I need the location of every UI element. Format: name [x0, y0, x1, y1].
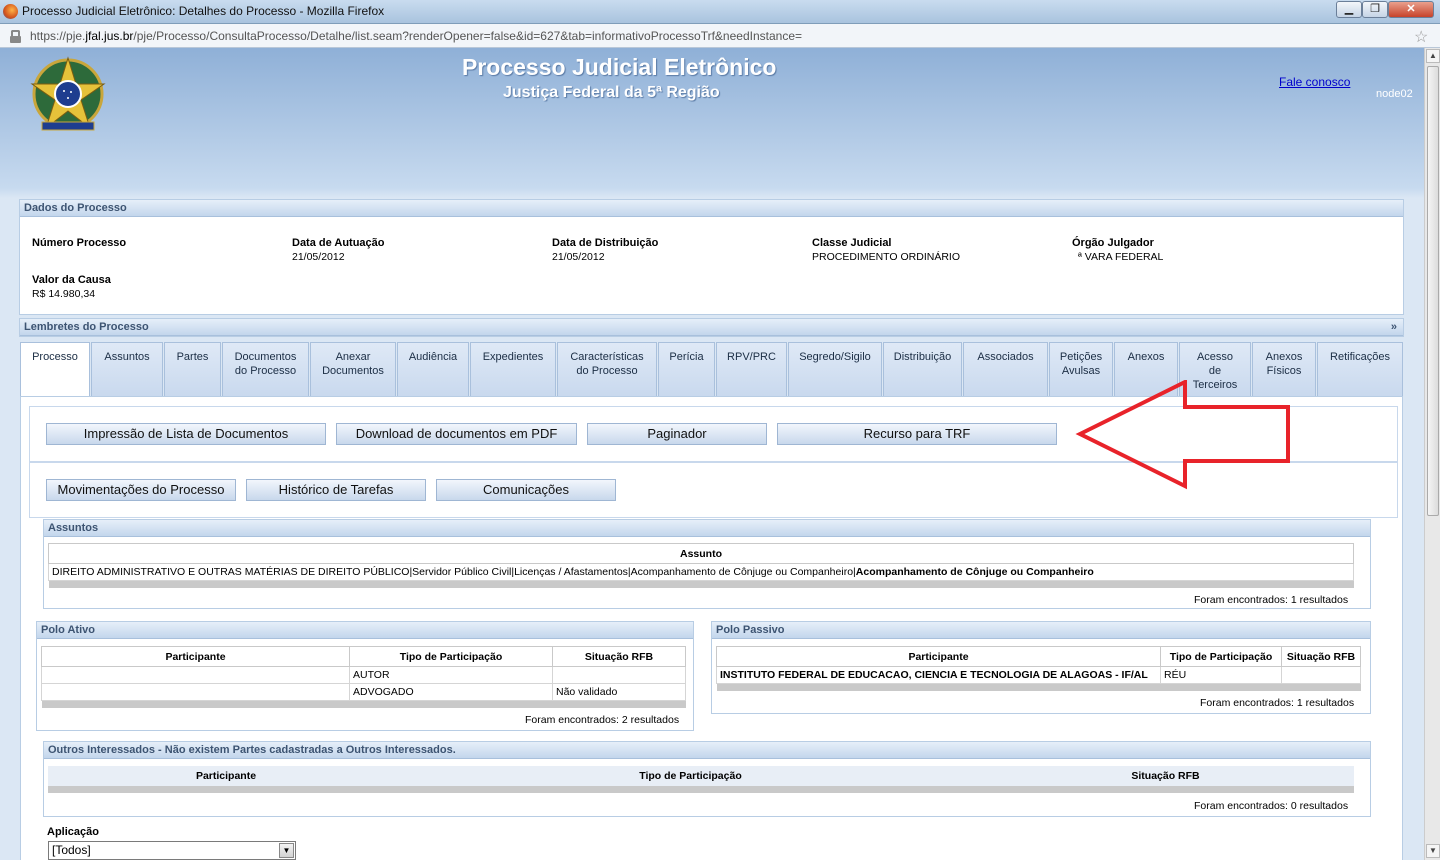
tab-assuntos[interactable]: Assuntos	[91, 342, 163, 396]
lembretes-panel[interactable]: Lembretes do Processo»	[19, 318, 1404, 337]
contact-link[interactable]: Fale conosco	[1279, 75, 1350, 89]
column-header: Tipo de Participação	[1160, 646, 1282, 667]
movimentacoes-button[interactable]: Movimentações do Processo	[46, 479, 236, 501]
dropdown-arrow-icon[interactable]: ▼	[279, 843, 294, 858]
print-list-button[interactable]: Impressão de Lista de Documentos	[46, 423, 326, 445]
outros-found: Foram encontrados: 0 resultados	[1194, 800, 1349, 812]
tab-processo[interactable]: Processo	[20, 342, 90, 398]
polo-ativo-found: Foram encontrados: 2 resultados	[525, 714, 680, 726]
tab-anexar-documentos[interactable]: Anexar Documentos	[310, 342, 396, 396]
polo-passivo-found: Foram encontrados: 1 resultados	[1200, 697, 1355, 709]
historico-tarefas-button[interactable]: Histórico de Tarefas	[246, 479, 426, 501]
field-label: Classe Judicial	[812, 237, 892, 249]
lock-icon	[10, 30, 21, 43]
bookmark-star-icon[interactable]: ☆	[1414, 27, 1428, 47]
column-header: Tipo de Participação	[349, 646, 553, 667]
table-row[interactable]: AUTOR	[41, 666, 686, 684]
field-label: Data de Autuação	[292, 237, 385, 249]
table-row[interactable]: INSTITUTO FEDERAL DE EDUCACAO, CIENCIA E…	[716, 666, 1361, 684]
assuntos-heading: Assuntos	[44, 520, 1370, 537]
minimize-button[interactable]: ▁	[1336, 1, 1362, 18]
url-text[interactable]: https://pje.jfal.jus.br/pje/Processo/Con…	[30, 29, 802, 43]
tab-caracteristicas[interactable]: Características do Processo	[557, 342, 657, 396]
tab-segredo-sigilo[interactable]: Segredo/Sigilo	[788, 342, 882, 396]
column-header: Tipo de Participação	[404, 766, 977, 786]
window-title: Processo Judicial Eletrônico: Detalhes d…	[22, 4, 385, 18]
download-pdf-button[interactable]: Download de documentos em PDF	[336, 423, 577, 445]
aplicacao-label: Aplicação	[47, 826, 99, 838]
lembretes-heading[interactable]: Lembretes do Processo»	[20, 319, 1403, 336]
comunicacoes-button[interactable]: Comunicações	[436, 479, 616, 501]
vertical-scrollbar[interactable]: ▲ ▼	[1424, 48, 1440, 860]
tab-pericia[interactable]: Perícia	[658, 342, 715, 396]
tab-audiencia[interactable]: Audiência	[397, 342, 469, 396]
field-label: Órgão Julgador	[1072, 237, 1154, 249]
polo-passivo-table: Participante Tipo de Participação Situaç…	[716, 646, 1361, 691]
column-header: Assunto	[48, 543, 1354, 564]
app-title: Processo Judicial Eletrônico	[462, 54, 777, 80]
field-value: R$ 14.980,34	[32, 288, 96, 300]
scroll-up-icon[interactable]: ▲	[1426, 49, 1440, 63]
field-value: 21/05/2012	[552, 251, 605, 263]
page-content: Processo Judicial Eletrônico Justiça Fed…	[0, 48, 1424, 860]
tab-associados[interactable]: Associados	[963, 342, 1048, 396]
aplicacao-select[interactable]: [Todos] ▼	[48, 841, 296, 860]
table-row: DIREITO ADMINISTRATIVO E OUTRAS MATÉRIAS…	[48, 563, 1354, 581]
recurso-trf-button[interactable]: Recurso para TRF	[777, 423, 1057, 445]
coat-of-arms-logo	[30, 56, 106, 131]
field-label: Valor da Causa	[32, 274, 111, 286]
column-header: Participante	[41, 646, 350, 667]
table-row[interactable]: ADVOGADO Não validado	[41, 683, 686, 701]
polo-ativo-heading: Polo Ativo	[37, 622, 693, 639]
field-value: 21/05/2012	[292, 251, 345, 263]
scroll-down-icon[interactable]: ▼	[1426, 844, 1440, 858]
red-arrow-annotation	[1075, 380, 1290, 490]
polo-passivo-heading: Polo Passivo	[712, 622, 1370, 639]
maximize-button[interactable]: ❐	[1362, 1, 1388, 18]
tab-distribuicao[interactable]: Distribuição	[883, 342, 962, 396]
expand-icon[interactable]: »	[1391, 321, 1397, 333]
assuntos-table: Assunto DIREITO ADMINISTRATIVO E OUTRAS …	[48, 543, 1354, 588]
dados-panel: Dados do Processo Número Processo Data d…	[19, 199, 1404, 315]
tab-retificacoes[interactable]: Retificações	[1317, 342, 1403, 396]
column-header: Situação RFB	[552, 646, 686, 667]
column-header: Participante	[48, 766, 404, 786]
firefox-icon	[3, 4, 18, 19]
polo-ativo-table: Participante Tipo de Participação Situaç…	[41, 646, 686, 708]
column-header: Situação RFB	[977, 766, 1354, 786]
address-bar[interactable]: https://pje.jfal.jus.br/pje/Processo/Con…	[0, 24, 1440, 48]
field-value: ª VARA FEDERAL	[1078, 251, 1164, 263]
dados-heading: Dados do Processo	[20, 200, 1403, 217]
field-label: Número Processo	[32, 237, 127, 249]
tab-expedientes[interactable]: Expedientes	[470, 342, 556, 396]
assuntos-found: Foram encontrados: 1 resultados	[1194, 594, 1349, 606]
scroll-thumb[interactable]	[1427, 66, 1439, 516]
outros-heading: Outros Interessados - Não existem Partes…	[44, 742, 1370, 759]
tab-documentos[interactable]: Documentos do Processo	[222, 342, 309, 396]
assunto-leaf: Acompanhamento de Cônjuge ou Companheiro	[855, 566, 1094, 578]
field-label: Data de Distribuição	[552, 237, 659, 249]
app-subtitle: Justiça Federal da 5ª Região	[503, 84, 720, 101]
server-node: node02	[1376, 88, 1413, 100]
column-header: Participante	[716, 646, 1161, 667]
tab-partes[interactable]: Partes	[164, 342, 221, 396]
outros-table: Participante Tipo de Participação Situaç…	[48, 766, 1354, 793]
paginador-button[interactable]: Paginador	[587, 423, 767, 445]
close-button[interactable]: ✕	[1388, 1, 1434, 18]
column-header: Situação RFB	[1281, 646, 1361, 667]
window-titlebar: Processo Judicial Eletrônico: Detalhes d…	[0, 0, 1440, 24]
assunto-path: DIREITO ADMINISTRATIVO E OUTRAS MATÉRIAS…	[52, 566, 856, 578]
field-value: PROCEDIMENTO ORDINÁRIO	[812, 251, 960, 263]
tab-rpv-prc[interactable]: RPV/PRC	[716, 342, 787, 396]
